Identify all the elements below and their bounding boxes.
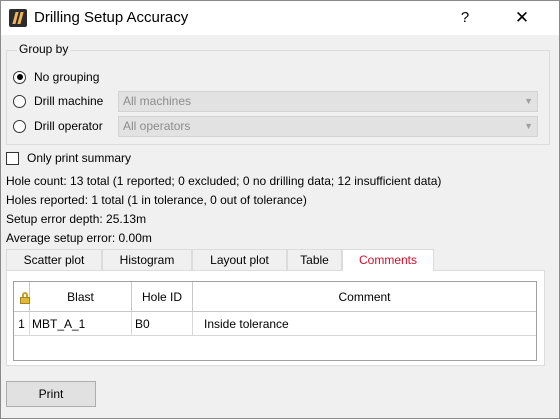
app-logo-icon <box>9 9 27 27</box>
help-button[interactable]: ? <box>453 7 477 29</box>
radio-button[interactable] <box>13 119 26 133</box>
window-title: Drilling Setup Accuracy <box>34 9 189 26</box>
radio-button[interactable] <box>13 70 26 84</box>
setup-error-depth-text: Setup error depth: 25.13m <box>6 212 147 226</box>
comments-table: Blast Hole ID Comment 1 MBT_A_1 B0 Insid… <box>13 281 537 361</box>
column-header-comment[interactable]: Comment <box>193 282 536 312</box>
row-index: 1 <box>14 312 30 336</box>
tab-layout-plot[interactable]: Layout plot <box>192 249 287 270</box>
cell-hole-id[interactable]: B0 <box>132 312 193 336</box>
checkbox-box[interactable] <box>6 151 19 165</box>
radio-drill-machine[interactable]: Drill machine <box>13 91 103 111</box>
tab-scatter-plot[interactable]: Scatter plot <box>6 249 102 270</box>
only-print-summary-checkbox[interactable]: Only print summary <box>6 151 131 165</box>
title-bar: Drilling Setup Accuracy ? ✕ <box>1 1 559 35</box>
group-by-title: Group by <box>17 42 71 56</box>
chevron-down-icon: ▼ <box>524 121 533 131</box>
radio-label: No grouping <box>34 70 100 84</box>
tab-table[interactable]: Table <box>287 249 342 270</box>
radio-label: Drill operator <box>34 119 103 133</box>
print-button[interactable]: Print <box>6 381 96 407</box>
average-setup-error-text: Average setup error: 0.00m <box>6 231 152 245</box>
hole-count-text: Hole count: 13 total (1 reported; 0 excl… <box>6 174 442 188</box>
radio-drill-operator[interactable]: Drill operator <box>13 116 103 136</box>
checkbox-label: Only print summary <box>27 151 132 165</box>
radio-no-grouping[interactable]: No grouping <box>13 67 99 87</box>
drill-machine-select: All machines ▼ <box>118 91 538 112</box>
combo-value: All operators <box>123 119 191 133</box>
dialog-window: Drilling Setup Accuracy ? ✕ Group by No … <box>0 0 560 419</box>
column-header-blast[interactable]: Blast <box>30 282 132 312</box>
tab-histogram[interactable]: Histogram <box>102 249 192 270</box>
chevron-down-icon: ▼ <box>524 96 533 106</box>
tab-comments[interactable]: Comments <box>342 249 434 271</box>
close-button[interactable]: ✕ <box>507 7 537 29</box>
column-header-hole-id[interactable]: Hole ID <box>132 282 193 312</box>
lock-icon <box>20 292 30 304</box>
cell-blast[interactable]: MBT_A_1 <box>30 312 132 336</box>
radio-button[interactable] <box>13 94 26 108</box>
drill-operator-select: All operators ▼ <box>118 116 538 137</box>
holes-reported-text: Holes reported: 1 total (1 in tolerance,… <box>6 193 307 207</box>
radio-label: Drill machine <box>34 94 104 108</box>
cell-comment[interactable]: Inside tolerance <box>193 312 536 336</box>
lock-column-header[interactable] <box>14 282 30 312</box>
combo-value: All machines <box>123 94 192 108</box>
